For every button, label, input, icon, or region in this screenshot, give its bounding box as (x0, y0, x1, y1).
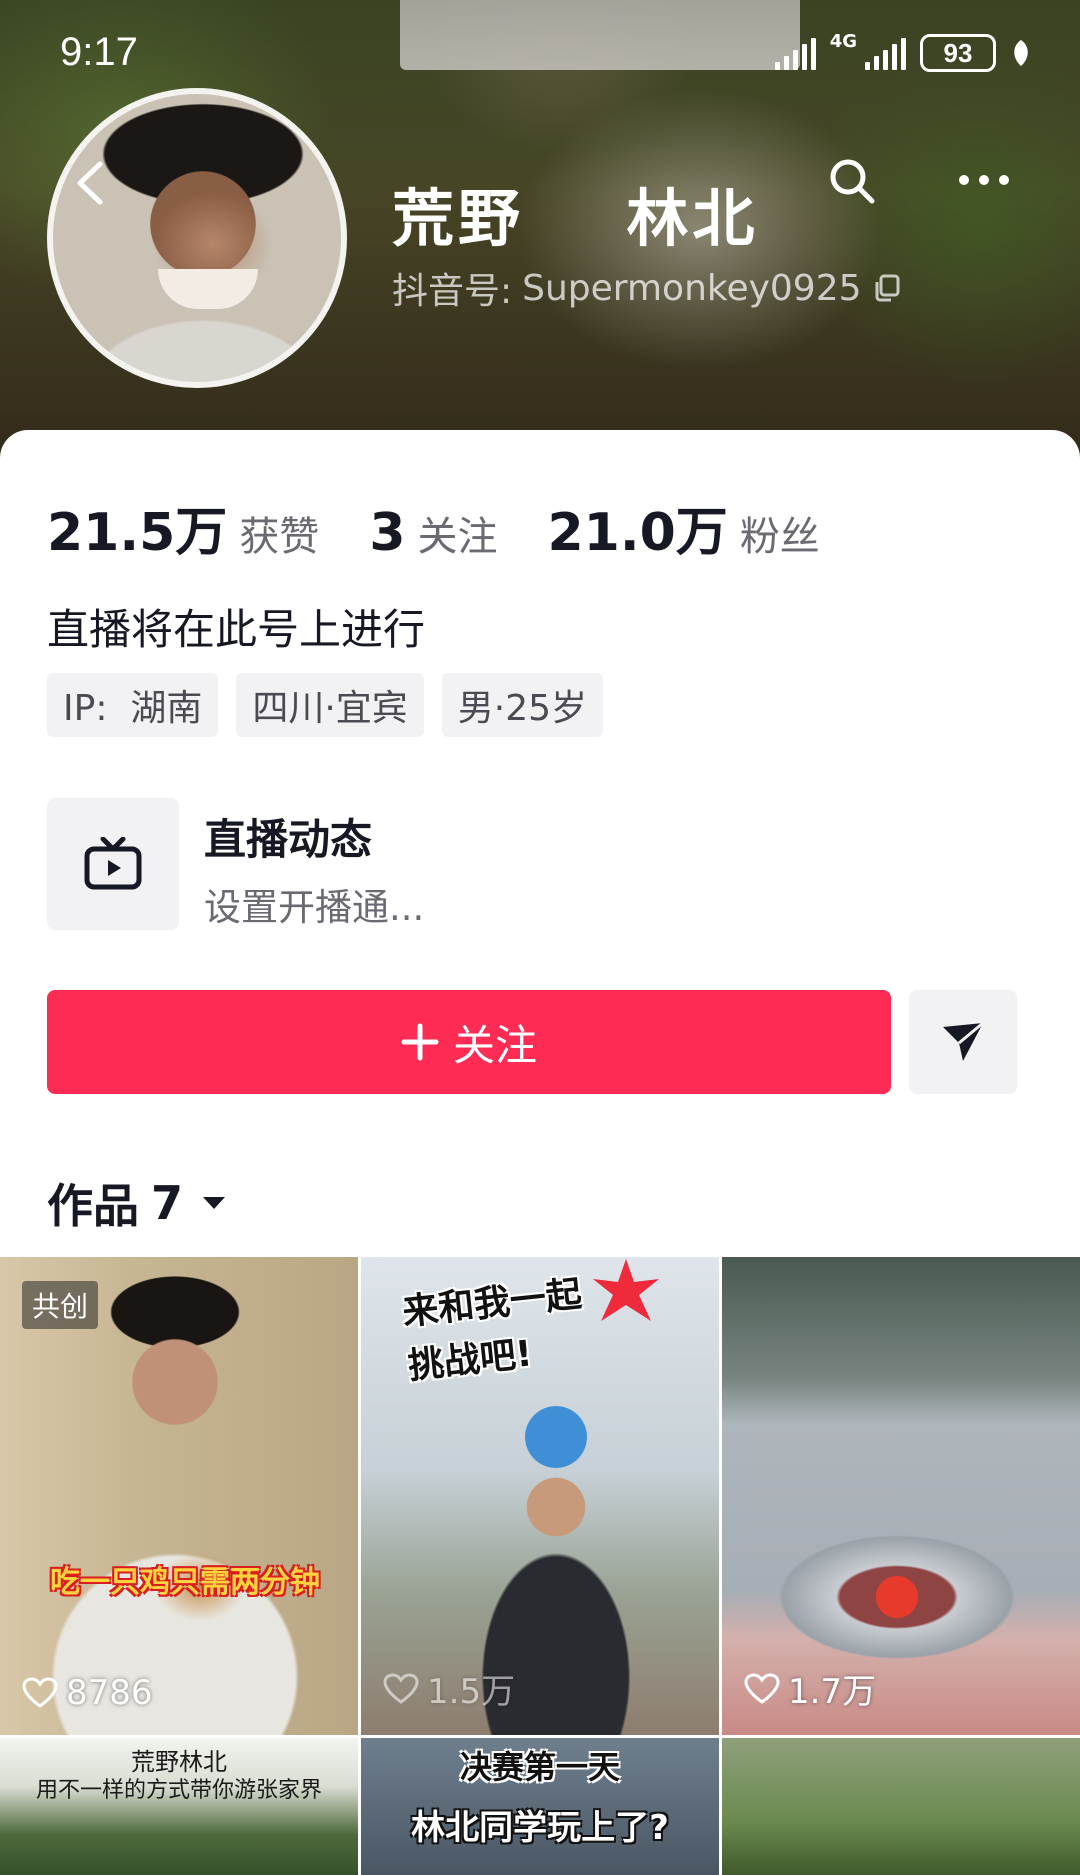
live-updates-button[interactable] (47, 798, 179, 930)
follow-button-label: 关注 (452, 1020, 537, 1070)
video-caption-line: 决赛第一天 (459, 1748, 620, 1786)
stats-row: 21.5万 获赞 3 关注 21.0万 粉丝 (47, 490, 870, 565)
douyin-id-label: 抖音号: (392, 271, 513, 312)
heart-icon (22, 1677, 58, 1708)
video-like-count: 1.5万 (427, 1672, 516, 1712)
video-likes: 1.5万 (383, 1664, 515, 1713)
send-icon (943, 1021, 984, 1061)
stat-value: 3 (369, 503, 406, 563)
status-time: 9:17 (60, 30, 138, 74)
stat-label: 获赞 (239, 514, 320, 560)
search-icon[interactable] (826, 155, 878, 207)
video-tile[interactable]: 来和我一起 挑战吧! 1.5万 (361, 1257, 719, 1735)
works-tab-label: 作品 (47, 1179, 139, 1233)
more-options-icon[interactable] (956, 168, 1012, 192)
video-tile[interactable]: 决赛第一天 林北同学玩上了? (361, 1738, 719, 1875)
stat-following[interactable]: 3 关注 (369, 503, 497, 563)
video-like-count: 1.7万 (788, 1672, 877, 1712)
tag-ip: IP: 湖南 (47, 673, 219, 737)
video-tile[interactable]: 共创 吃一只鸡只需两分钟 8786 (0, 1257, 358, 1735)
works-count: 7 (151, 1176, 184, 1230)
caret-down-icon[interactable] (201, 1195, 227, 1211)
tag-location: 四川·宜宾 (236, 673, 424, 737)
video-caption-line: 林北同学玩上了? (411, 1808, 669, 1848)
network-type: 4G (829, 31, 857, 52)
tv-icon (84, 837, 142, 890)
plus-icon (401, 1023, 439, 1061)
tab-works[interactable]: 作品 7 (47, 1170, 227, 1236)
stat-label: 粉丝 (739, 514, 820, 560)
video-likes: 8786 (22, 1673, 153, 1713)
video-grid: 共创 吃一只鸡只需两分钟 8786 来和我一起 挑战吧! 1.5万 1.7万 荒… (0, 1257, 1080, 1875)
profile-name: 荒野 林北 (392, 182, 759, 255)
stat-likes[interactable]: 21.5万 获赞 (47, 490, 319, 565)
heart-icon (383, 1672, 419, 1704)
avatar[interactable] (47, 88, 347, 388)
video-tile[interactable]: 荒野林北 用不一样的方式带你游张家界 (0, 1738, 358, 1875)
live-updates-subtitle[interactable]: 设置开播通... (204, 877, 424, 931)
battery-level: 93 (920, 34, 996, 72)
video-likes: 1.7万 (744, 1664, 876, 1713)
video-tile[interactable] (722, 1738, 1080, 1875)
copy-icon[interactable] (872, 273, 902, 303)
tag-gender-age: 男·25岁 (441, 673, 604, 737)
video-caption: 来和我一起 挑战吧! (400, 1268, 590, 1394)
douyin-id-value: Supermonkey0925 (522, 267, 862, 309)
video-caption: 吃一只鸡只需两分钟 (50, 1565, 320, 1600)
stat-followers[interactable]: 21.0万 粉丝 (548, 490, 820, 565)
live-updates-title[interactable]: 直播动态 (204, 806, 372, 867)
video-tile[interactable]: 1.7万 (722, 1257, 1080, 1735)
follow-button[interactable]: 关注 (47, 990, 891, 1094)
douyin-id-row[interactable]: 抖音号: Supermonkey0925 (392, 262, 902, 314)
power-saving-leaf-icon (1014, 40, 1028, 66)
profile-tags: IP: 湖南 四川·宜宾 男·25岁 (47, 673, 604, 737)
stat-value: 21.5万 (47, 503, 228, 563)
stat-value: 21.0万 (547, 503, 728, 563)
burst-star-icon (593, 1259, 659, 1321)
signal-icon-2 (865, 36, 906, 70)
video-like-count: 8786 (66, 1673, 153, 1713)
back-arrow-icon[interactable] (72, 158, 108, 208)
video-caption-line: 用不一样的方式带你游张家界 (35, 1778, 322, 1803)
stat-label: 关注 (417, 514, 498, 560)
heart-icon (744, 1672, 780, 1704)
co-creation-badge: 共创 (22, 1281, 99, 1329)
signal-icon (774, 36, 816, 70)
send-message-button[interactable] (909, 990, 1017, 1094)
profile-bio: 直播将在此号上进行 (47, 605, 426, 654)
